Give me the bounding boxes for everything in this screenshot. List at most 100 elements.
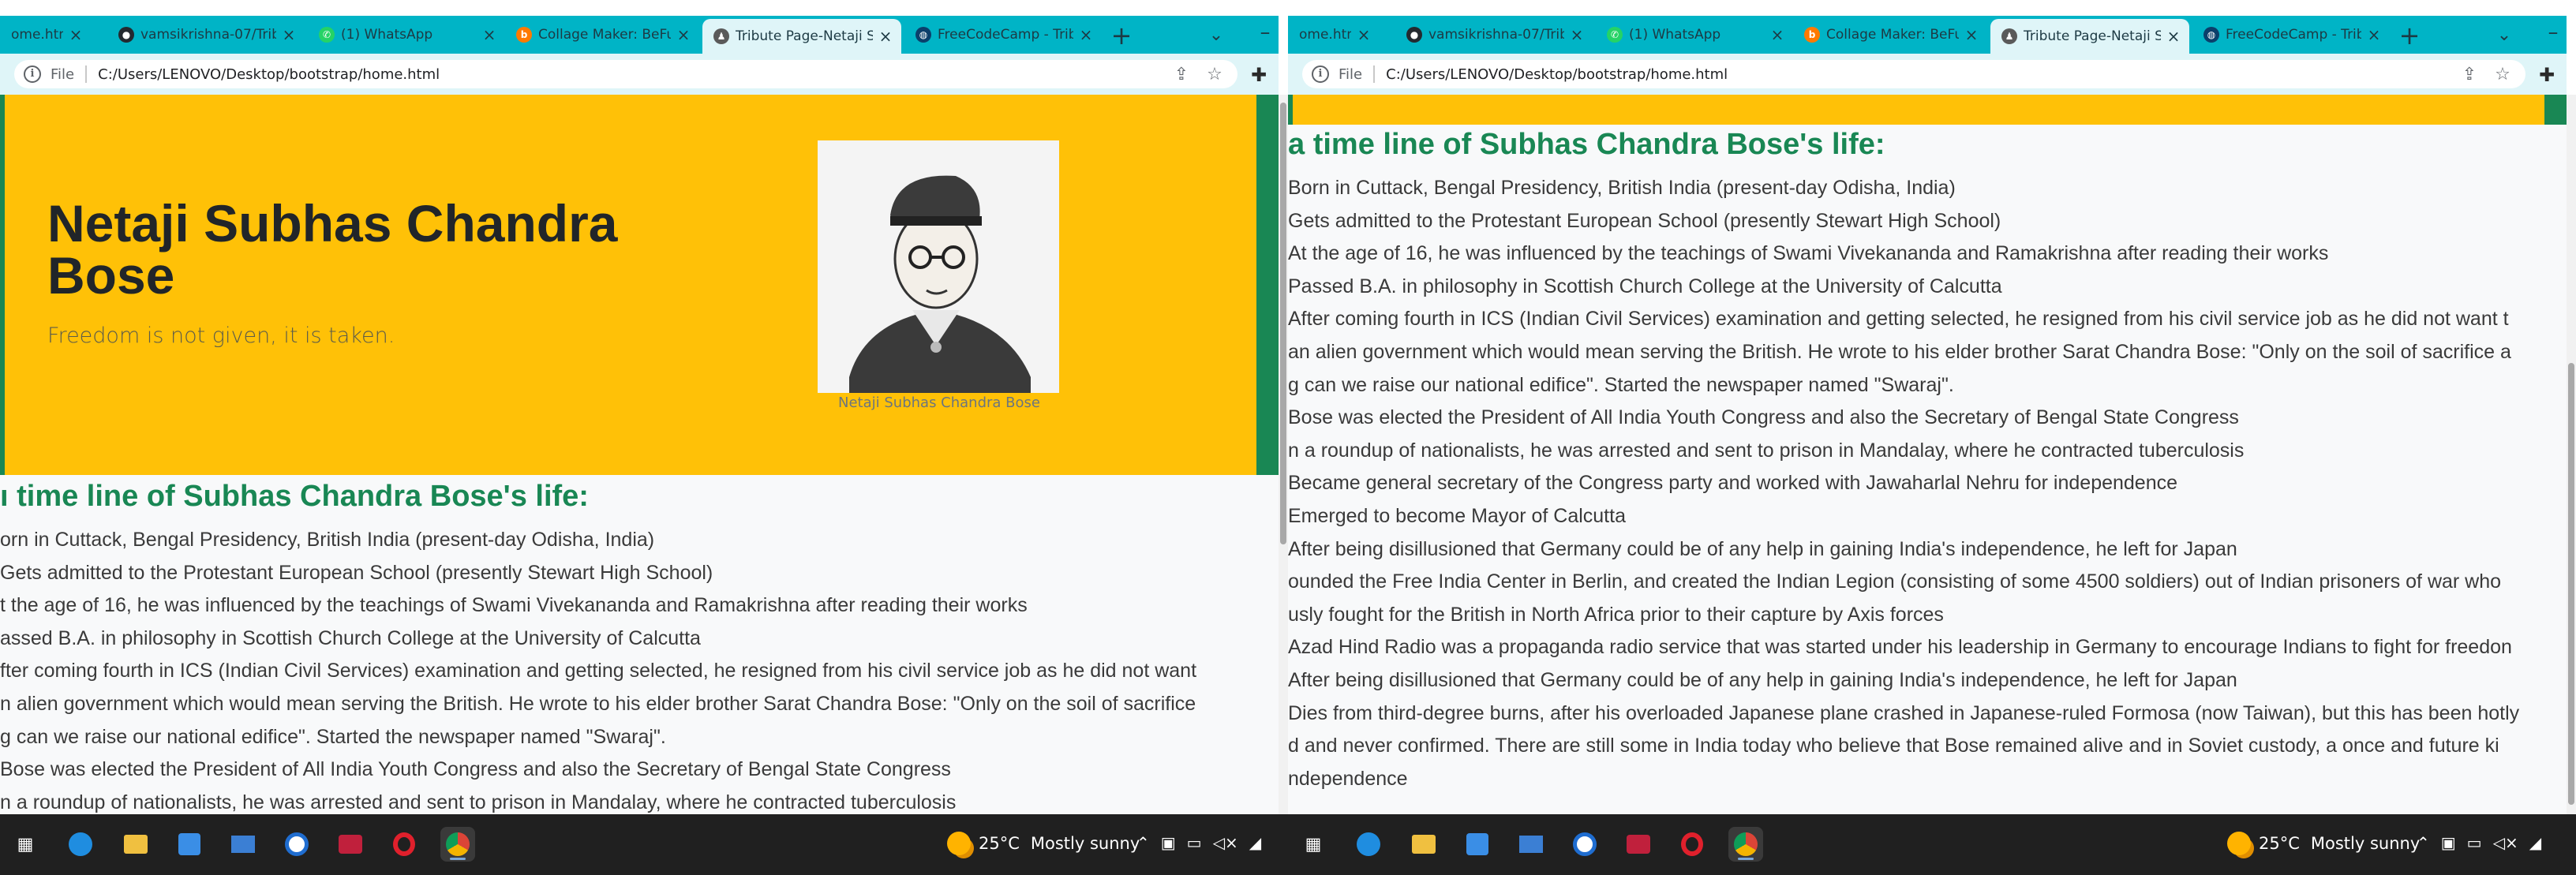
battery-icon[interactable]: ▭ [1187, 833, 1202, 852]
weather-text: Mostly sunny [2310, 834, 2421, 853]
extensions-icon[interactable]: ✚ [1247, 63, 1271, 87]
battery-icon[interactable]: ▭ [2467, 833, 2482, 852]
edge-icon[interactable] [63, 827, 98, 862]
list-item: orn in Cuttack, Bengal Presidency, Briti… [0, 529, 655, 551]
tab-label: Collage Maker: BeFun [538, 27, 671, 43]
weather-widget[interactable]: 25°C Mostly sunny [2227, 832, 2420, 855]
extensions-icon[interactable]: ✚ [2535, 63, 2559, 87]
camera-icon[interactable] [333, 827, 368, 862]
chrome-icon[interactable] [440, 827, 475, 862]
close-icon[interactable]: × [2366, 25, 2382, 44]
close-icon[interactable]: × [1078, 25, 1094, 44]
person-icon: ♟ [713, 28, 729, 44]
tab-freecodecamp[interactable]: ◍ FreeCodeCamp - Tribu × [904, 19, 1102, 50]
chevron-up-icon[interactable]: ⌃ [1136, 833, 1150, 852]
list-item: n a roundup of nationalists, he was arre… [1288, 439, 2245, 462]
share-icon[interactable]: ⇪ [2459, 65, 2480, 84]
close-icon[interactable]: × [1569, 25, 1585, 44]
chevron-up-icon[interactable]: ⌃ [2417, 833, 2430, 852]
task-view-icon[interactable]: ▦ [8, 827, 43, 862]
list-item: usly fought for the British in North Afr… [1288, 603, 1944, 626]
scrollbar-thumb[interactable] [1280, 103, 1286, 544]
list-item: After being disillusioned that Germany c… [1288, 668, 2237, 691]
tab-search-button[interactable]: ⌄ [1204, 24, 1228, 47]
task-view-icon[interactable]: ▦ [1296, 827, 1331, 862]
camera-icon[interactable] [1621, 827, 1656, 862]
tab-home[interactable]: ome.html × [0, 19, 92, 50]
scrollbar[interactable] [2567, 95, 2576, 814]
volume-icon[interactable]: ◁× [2493, 833, 2518, 852]
edge-icon[interactable] [1351, 827, 1386, 862]
header-band [1256, 95, 1279, 475]
system-tray[interactable]: ⌃ ▣ ▭ ◁× ◢ [1136, 833, 1261, 852]
close-icon[interactable]: × [481, 25, 497, 44]
header-band [2544, 95, 2567, 125]
file-explorer-icon[interactable] [1406, 827, 1441, 862]
mail-icon[interactable] [226, 827, 260, 862]
address-bar[interactable]: i File C:/Users/LENOVO/Desktop/bootstrap… [14, 60, 1237, 88]
tab-whatsapp[interactable]: ✆ (1) WhatsApp × [1596, 19, 1793, 50]
timeline-list: orn in Cuttack, Bengal Presidency, Briti… [0, 524, 1196, 814]
close-icon[interactable]: × [281, 25, 297, 44]
scrollbar[interactable] [1279, 95, 1288, 814]
info-icon[interactable]: i [1312, 65, 1329, 83]
tab-befunky[interactable]: b Collage Maker: BeFun × [505, 19, 699, 50]
list-item: an alien government which would mean ser… [1288, 340, 2511, 363]
new-tab-button[interactable]: + [1108, 22, 1135, 49]
list-item: Dies from third-degree burns, after his … [1288, 701, 2520, 724]
store-icon[interactable] [172, 827, 207, 862]
list-item: After being disillusioned that Germany c… [1288, 537, 2237, 560]
meet-icon[interactable]: ▣ [1161, 833, 1176, 852]
tab-befunky[interactable]: b Collage Maker: BeFun × [1793, 19, 1987, 50]
wifi-icon[interactable]: ◢ [2529, 833, 2541, 852]
sun-icon [2227, 832, 2251, 855]
tab-tribute-page[interactable]: ♟ Tribute Page-Netaji S × [702, 19, 901, 54]
github-icon: ● [1406, 27, 1422, 43]
tab-label: ome.html [11, 27, 63, 43]
app-icon[interactable] [1567, 827, 1602, 862]
url-text[interactable]: C:/Users/LENOVO/Desktop/bootstrap/home.h… [1386, 66, 2459, 83]
star-icon[interactable]: ☆ [2492, 65, 2513, 84]
minimize-button[interactable]: – [2541, 21, 2565, 44]
info-icon[interactable]: i [24, 65, 41, 83]
portrait-image [818, 140, 1059, 393]
close-icon[interactable]: × [1964, 25, 1979, 44]
close-icon[interactable]: × [676, 25, 691, 44]
opera-icon[interactable] [1675, 827, 1709, 862]
close-icon[interactable]: × [68, 25, 84, 44]
opera-icon[interactable] [387, 827, 421, 862]
close-icon[interactable]: × [2166, 27, 2181, 46]
list-item: assed B.A. in philosophy in Scottish Chu… [0, 626, 701, 649]
url-text[interactable]: C:/Users/LENOVO/Desktop/bootstrap/home.h… [98, 66, 1171, 83]
tab-whatsapp[interactable]: ✆ (1) WhatsApp × [308, 19, 505, 50]
tab-home[interactable]: ome.html × [1288, 19, 1380, 50]
tab-github[interactable]: ● vamsikrishna-07/Trib × [107, 19, 305, 50]
meet-icon[interactable]: ▣ [2441, 833, 2456, 852]
tab-freecodecamp[interactable]: ◍ FreeCodeCamp - Tribu × [2192, 19, 2390, 50]
address-bar[interactable]: i File C:/Users/LENOVO/Desktop/bootstrap… [1302, 60, 2525, 88]
browser-toolbar: i File C:/Users/LENOVO/Desktop/bootstrap… [1288, 54, 2567, 95]
chrome-icon[interactable] [1728, 827, 1763, 862]
share-icon[interactable]: ⇪ [1171, 65, 1192, 84]
close-icon[interactable]: × [878, 27, 893, 46]
file-explorer-icon[interactable] [118, 827, 153, 862]
timeline-list: Born in Cuttack, Bengal Presidency, Brit… [1288, 172, 2519, 795]
tab-search-button[interactable]: ⌄ [2492, 24, 2516, 47]
wifi-icon[interactable]: ◢ [1249, 833, 1261, 852]
minimize-button[interactable]: – [1253, 21, 1277, 44]
new-tab-button[interactable]: + [2396, 22, 2423, 49]
mail-icon[interactable] [1514, 827, 1548, 862]
list-item: ounded the Free India Center in Berlin, … [1288, 570, 2502, 593]
star-icon[interactable]: ☆ [1204, 65, 1225, 84]
store-icon[interactable] [1460, 827, 1495, 862]
weather-widget[interactable]: 25°C Mostly sunny [947, 832, 1140, 855]
app-icon[interactable] [279, 827, 314, 862]
close-icon[interactable]: × [1356, 25, 1372, 44]
volume-icon[interactable]: ◁× [1213, 833, 1238, 852]
portrait-illustration [818, 140, 1059, 393]
tab-github[interactable]: ● vamsikrishna-07/Trib × [1395, 19, 1593, 50]
system-tray[interactable]: ⌃ ▣ ▭ ◁× ◢ [2417, 833, 2541, 852]
close-icon[interactable]: × [1769, 25, 1785, 44]
tab-tribute-page[interactable]: ♟ Tribute Page-Netaji S × [1990, 19, 2189, 54]
scrollbar-thumb[interactable] [2568, 363, 2574, 805]
